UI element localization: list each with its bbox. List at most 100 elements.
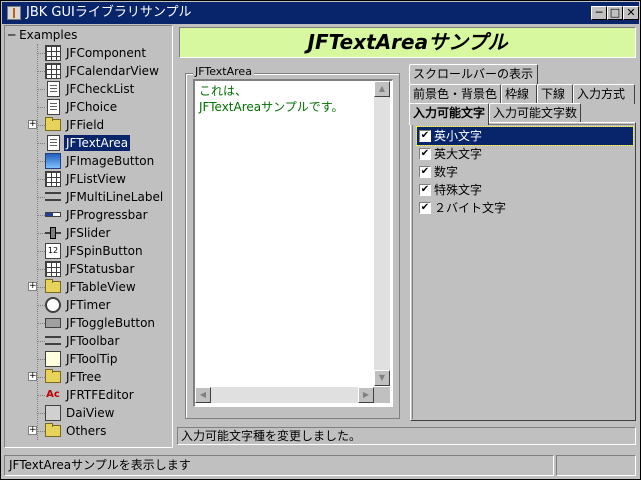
sample-textarea[interactable]: これは、 JFTextAreaサンプルです。 <box>193 79 393 407</box>
tree-item-jfprogressbar[interactable]: JFProgressbar <box>5 206 172 224</box>
tree-item-jftoolbar[interactable]: JFToolbar <box>5 332 172 350</box>
tab-colors[interactable]: 前景色・背景色 <box>409 84 501 104</box>
tree-item-label[interactable]: JFSpinButton <box>64 243 145 259</box>
tree-root-label[interactable]: Examples <box>19 28 77 42</box>
allowed-chars-checklist[interactable]: ✔ 英小文字 ✔ 英大文字 ✔ 数字 ✔ 特殊文字 ✔ ２バイト文字 <box>412 124 634 419</box>
tree-item-jfimagebutton[interactable]: JFImageButton <box>5 152 172 170</box>
check-label[interactable]: 特殊文字 <box>434 182 482 198</box>
listview-icon <box>45 171 61 187</box>
tree-item-jfmultilinelabel[interactable]: JFMultiLineLabel <box>5 188 172 206</box>
tab-border[interactable]: 枠線 <box>501 84 537 104</box>
tree-item-label[interactable]: JFTableView <box>64 279 138 295</box>
tree-item-label[interactable]: JFRTFEditor <box>64 387 136 403</box>
tree-item-jfchecklist[interactable]: JFCheckList <box>5 80 172 98</box>
tree-branch <box>37 197 45 198</box>
checkbox-double-byte[interactable]: ✔ <box>419 202 431 214</box>
checkbox-uppercase[interactable]: ✔ <box>419 148 431 160</box>
check-item-special[interactable]: ✔ 特殊文字 <box>417 181 633 199</box>
tree-item-label[interactable]: JFTree <box>64 369 103 385</box>
tree-branch <box>37 269 45 270</box>
check-label[interactable]: 英小文字 <box>434 128 482 144</box>
toggle-icon <box>45 318 61 328</box>
tree-item-jftextarea[interactable]: JFTextArea <box>5 134 172 152</box>
checkbox-digits[interactable]: ✔ <box>419 166 431 178</box>
tree-item-label[interactable]: DaiView <box>64 405 116 421</box>
scroll-down-icon[interactable]: ▼ <box>374 370 390 386</box>
check-item-double-byte[interactable]: ✔ ２バイト文字 <box>417 199 633 217</box>
tree-item-label[interactable]: JFField <box>64 117 106 133</box>
tree-root[interactable]: ─ Examples <box>8 27 77 45</box>
tree-item-label[interactable]: JFCalendarView <box>64 63 161 79</box>
tree-item-label[interactable]: JFToggleButton <box>64 315 157 331</box>
status-bar-cell <box>556 455 636 476</box>
tree-item-daiview[interactable]: DaiView <box>5 404 172 422</box>
tab-input-method[interactable]: 入力方式 <box>573 84 635 104</box>
tree-item-label[interactable]: JFImageButton <box>64 153 156 169</box>
tree-item-jftogglebutton[interactable]: JFToggleButton <box>5 314 172 332</box>
tree-item-jfchoice[interactable]: JFChoice <box>5 98 172 116</box>
window-title: JBK GUIライブラリサンプル <box>26 5 192 20</box>
tree-item-jfspinbutton[interactable]: 12 JFSpinButton <box>5 242 172 260</box>
textarea-content[interactable]: これは、 JFTextAreaサンプルです。 <box>199 83 344 115</box>
tree-item-label[interactable]: JFToolTip <box>64 351 119 367</box>
check-item-lowercase[interactable]: ✔ 英小文字 <box>416 126 634 146</box>
expand-icon[interactable]: + <box>28 120 37 129</box>
close-button[interactable]: ✕ <box>623 6 639 20</box>
tree-item-label[interactable]: JFStatusbar <box>64 261 136 277</box>
tree-item-label[interactable]: JFChoice <box>64 99 119 115</box>
expand-icon[interactable]: + <box>28 426 37 435</box>
folder-icon <box>45 369 61 383</box>
tree-item-jflistview[interactable]: JFListView <box>5 170 172 188</box>
tab-allowed-chars[interactable]: 入力可能文字 <box>409 103 489 125</box>
check-item-uppercase[interactable]: ✔ 英大文字 <box>417 145 633 163</box>
tree-item-label[interactable]: Others <box>64 423 108 439</box>
tree-item-jftree[interactable]: + JFTree <box>5 368 172 386</box>
tree-item-label[interactable]: JFSlider <box>64 225 112 241</box>
maximize-button[interactable]: □ <box>607 6 623 20</box>
checkbox-lowercase[interactable]: ✔ <box>419 130 431 142</box>
expand-icon[interactable]: + <box>28 372 37 381</box>
tab-row-2: 前景色・背景色 枠線 下線 入力方式 <box>407 84 637 104</box>
minimize-button[interactable]: ─ <box>591 6 607 20</box>
tree-item-label[interactable]: JFProgressbar <box>64 207 150 223</box>
tab-max-chars[interactable]: 入力可能文字数 <box>489 103 581 123</box>
examples-tree[interactable]: ─ Examples JFComponent JFCalendarView JF… <box>4 25 173 448</box>
tree-item-others[interactable]: + Others <box>5 422 172 440</box>
tree-branch <box>37 431 45 432</box>
tree-item-jftimer[interactable]: JFTimer <box>5 296 172 314</box>
tab-scrollbar-display[interactable]: スクロールバーの表示 <box>409 64 538 84</box>
scroll-right-icon[interactable]: ▶ <box>358 387 374 403</box>
tree-item-label[interactable]: JFTextArea <box>64 135 131 151</box>
check-label[interactable]: ２バイト文字 <box>434 200 506 216</box>
tree-item-label[interactable]: JFMultiLineLabel <box>64 189 165 205</box>
tree-item-jfrtfeditor[interactable]: Ac JFRTFEditor <box>5 386 172 404</box>
scroll-up-icon[interactable]: ▲ <box>374 81 390 97</box>
tab-underline[interactable]: 下線 <box>537 84 573 104</box>
check-item-digits[interactable]: ✔ 数字 <box>417 163 633 181</box>
horizontal-scrollbar[interactable]: ◀ ▶ <box>195 387 374 403</box>
title-bar[interactable]: JBK GUIライブラリサンプル ─ □ ✕ <box>2 2 639 24</box>
tree-item-label[interactable]: JFToolbar <box>64 333 121 349</box>
toolbar-icon <box>45 336 61 345</box>
tree-item-label[interactable]: JFCheckList <box>64 81 136 97</box>
textarea-group-legend: JFTextArea <box>193 65 254 79</box>
tree-item-jfstatusbar[interactable]: JFStatusbar <box>5 260 172 278</box>
expand-icon[interactable]: + <box>28 282 37 291</box>
collapse-icon[interactable]: ─ <box>8 28 15 42</box>
tree-item-jftableview[interactable]: + JFTableView <box>5 278 172 296</box>
check-label[interactable]: 英大文字 <box>434 146 482 162</box>
tree-item-jfcalendarview[interactable]: JFCalendarView <box>5 62 172 80</box>
tree-item-jfslider[interactable]: JFSlider <box>5 224 172 242</box>
checkbox-special[interactable]: ✔ <box>419 184 431 196</box>
tree-item-label[interactable]: JFTimer <box>64 297 113 313</box>
check-label[interactable]: 数字 <box>434 164 458 180</box>
calendar-icon <box>45 63 61 79</box>
scroll-left-icon[interactable]: ◀ <box>195 387 211 403</box>
tree-item-jftooltip[interactable]: JFToolTip <box>5 350 172 368</box>
tree-item-label[interactable]: JFListView <box>64 171 128 187</box>
tree-branch <box>37 107 45 108</box>
tree-item-jffield[interactable]: + JFField <box>5 116 172 134</box>
tree-item-label[interactable]: JFComponent <box>64 45 148 61</box>
vertical-scrollbar[interactable]: ▲ ▼ <box>374 81 390 386</box>
tree-item-jfcomponent[interactable]: JFComponent <box>5 44 172 62</box>
